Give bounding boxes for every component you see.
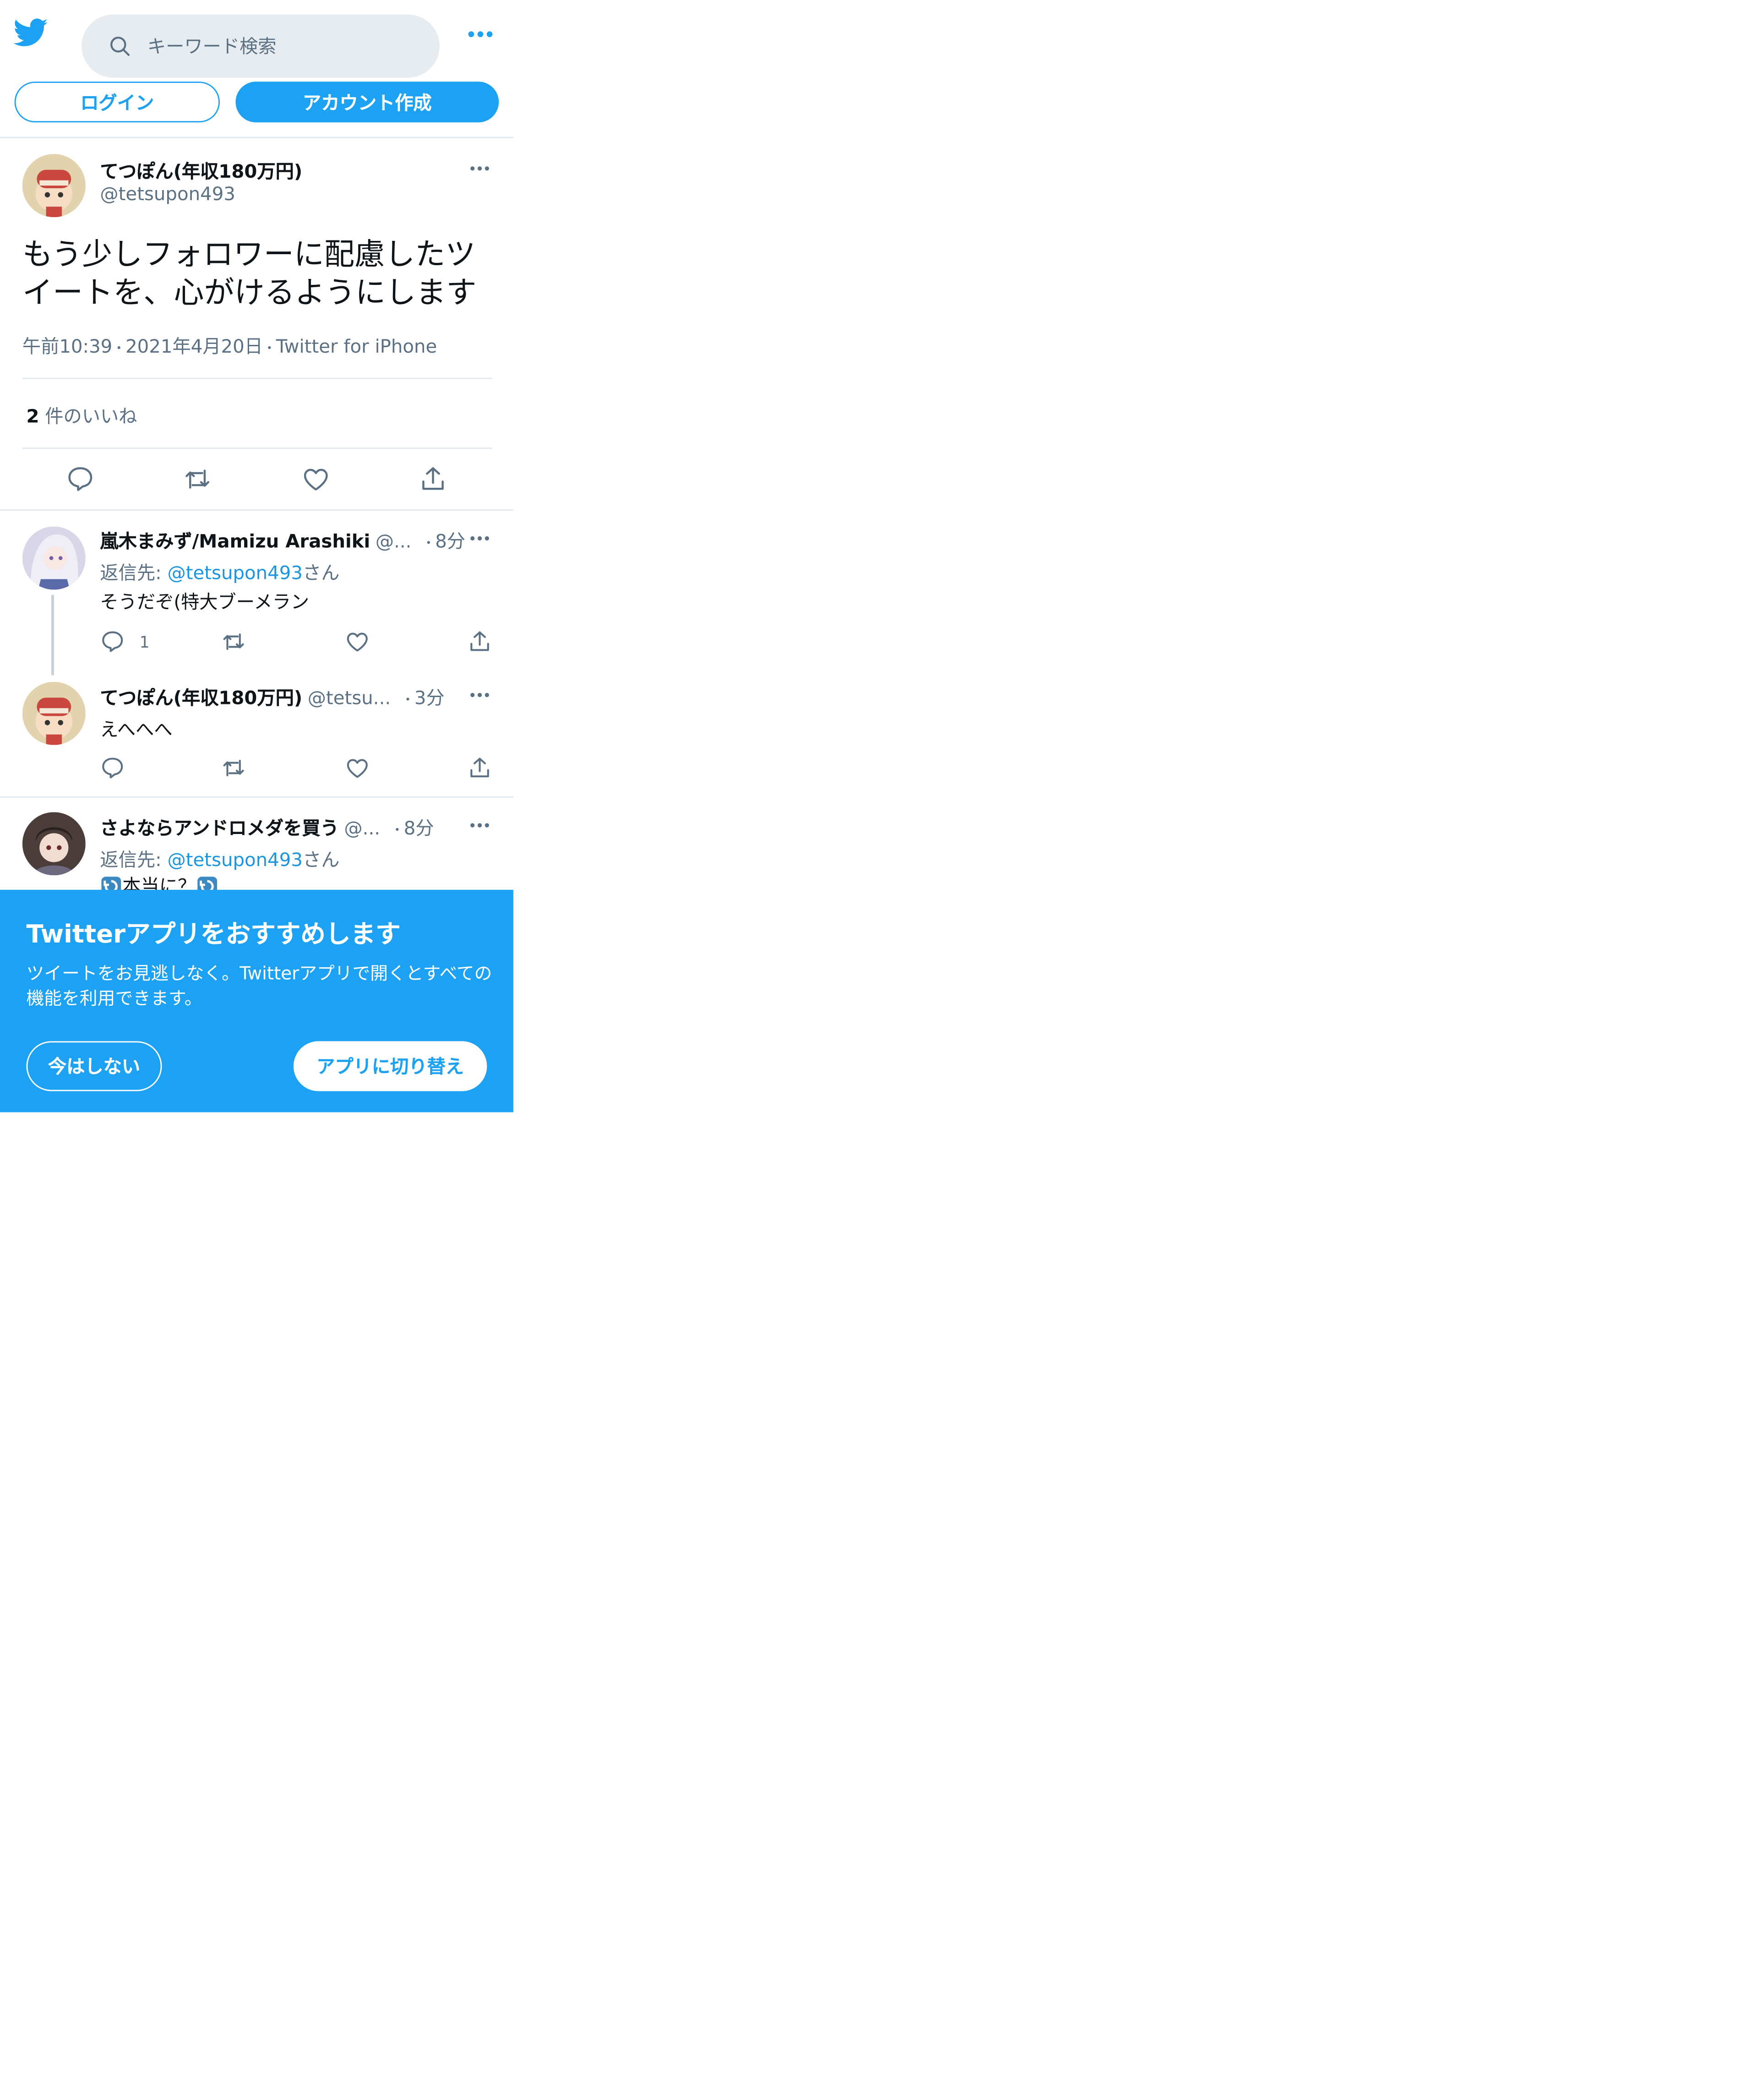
reply-header: てつぽん(年収180万円) @tetsu... ・ 3分 — [100, 684, 455, 710]
reply-to: 返信先: @tetsupon493さん — [100, 846, 339, 872]
avatar[interactable] — [22, 526, 86, 590]
reply-time[interactable]: 8分 — [404, 815, 434, 841]
avatar[interactable] — [22, 812, 86, 876]
author-handle[interactable]: @tetsupon493 — [100, 184, 235, 205]
twitter-logo-icon[interactable] — [13, 18, 49, 47]
tweet-meta: 午前10:39・2021年4月20日・Twitter for iPhone — [22, 333, 437, 359]
reply-text: そうだぞ(特大ブーメラン — [100, 592, 310, 614]
author-name[interactable]: さよならアンドロメダを買う — [100, 815, 338, 841]
likes-count: 2 — [26, 407, 39, 428]
likes-stat[interactable]: 2 件のいいね — [26, 403, 137, 429]
tweet-time[interactable]: 午前10:39 — [22, 337, 112, 358]
reply-header: さよならアンドロメダを買う @... ・ 8分 — [100, 815, 455, 841]
tweet-more-icon[interactable] — [470, 166, 490, 171]
retweet-icon[interactable] — [183, 465, 212, 494]
author-handle[interactable]: @... — [376, 532, 412, 553]
separator: ・ — [262, 342, 276, 357]
share-icon[interactable] — [467, 756, 492, 781]
header-divider — [0, 136, 513, 138]
tweet-more-icon[interactable] — [470, 536, 490, 541]
more-options-icon[interactable] — [467, 30, 493, 38]
not-now-button[interactable]: 今はしない — [26, 1041, 162, 1091]
thread-line — [51, 595, 54, 676]
tweet-text: もう少しフォロワーに配慮したツ イートを、心がけるようにします — [22, 237, 477, 313]
reply-icon[interactable] — [66, 465, 95, 494]
tweet-more-icon[interactable] — [470, 823, 490, 828]
author-handle[interactable]: @... — [344, 819, 380, 840]
separator: ・ — [391, 824, 404, 839]
separator: ・ — [112, 342, 126, 357]
author-name[interactable]: 嵐木まみず/Mamizu Arashiki — [100, 528, 370, 554]
tweet-more-icon[interactable] — [470, 692, 490, 698]
search-box[interactable]: キーワード検索 — [82, 14, 440, 78]
like-icon[interactable] — [301, 465, 330, 494]
tweet-date[interactable]: 2021年4月20日 — [125, 337, 263, 358]
author-handle[interactable]: @tetsu... — [308, 688, 391, 709]
reply-to-suffix: さん — [302, 850, 340, 872]
separator: ・ — [401, 693, 414, 709]
reply-to-label: 返信先: — [100, 850, 168, 872]
search-input[interactable]: キーワード検索 — [147, 33, 277, 59]
divider — [22, 447, 492, 449]
reply-time[interactable]: 3分 — [414, 684, 445, 710]
avatar[interactable] — [22, 681, 86, 745]
retweet-icon[interactable] — [221, 756, 246, 781]
like-icon[interactable] — [345, 756, 370, 781]
separator: ・ — [422, 537, 436, 552]
reply-text: えへへへ — [100, 720, 173, 741]
reply-to-handle[interactable]: @tetsupon493 — [167, 563, 302, 584]
reply-to-suffix: さん — [302, 563, 340, 585]
retweet-icon[interactable] — [221, 629, 246, 654]
page: キーワード検索 ログイン アカウント作成 てつぽん(年収180万円) @tets… — [0, 0, 1764, 2069]
divider — [22, 377, 492, 379]
reply-header: 嵐木まみず/Mamizu Arashiki @... ・ 8分 — [100, 528, 465, 554]
reply-to: 返信先: @tetsupon493さん — [100, 559, 339, 585]
divider — [0, 509, 513, 511]
reply-icon[interactable] — [100, 756, 125, 781]
avatar[interactable] — [22, 154, 86, 218]
reply-to-label: 返信先: — [100, 563, 168, 585]
share-icon[interactable] — [467, 629, 492, 654]
login-button[interactable]: ログイン — [14, 82, 220, 123]
reply-icon[interactable] — [100, 629, 125, 654]
author-name[interactable]: てつぽん(年収180万円) — [100, 158, 302, 184]
signup-button[interactable]: アカウント作成 — [235, 82, 499, 123]
banner-description: ツイートをお見逃しなく。Twitterアプリで開くとすべての機能を利用できます。 — [26, 963, 492, 1010]
open-app-button[interactable]: アプリに切り替え — [293, 1041, 487, 1091]
reply-count: 1 — [139, 632, 150, 651]
share-icon[interactable] — [419, 465, 447, 494]
divider — [0, 796, 513, 798]
reply-to-handle[interactable]: @tetsupon493 — [167, 850, 302, 872]
like-icon[interactable] — [345, 629, 370, 654]
reply-action[interactable]: 1 — [100, 629, 150, 654]
tweet-text-line: イートを、心がけるようにします — [22, 276, 477, 311]
likes-label: 件のいいね — [45, 407, 137, 428]
app-promo-banner: Twitterアプリをおすすめします ツイートをお見逃しなく。Twitterアプ… — [0, 889, 513, 1112]
tweet-source[interactable]: Twitter for iPhone — [276, 337, 437, 358]
reply-time[interactable]: 8分 — [435, 528, 465, 554]
search-icon — [108, 34, 132, 58]
author-name[interactable]: てつぽん(年収180万円) — [100, 684, 302, 710]
mobile-viewport: キーワード検索 ログイン アカウント作成 てつぽん(年収180万円) @tets… — [0, 0, 1764, 2093]
tweet-text-line: もう少しフォロワーに配慮したツ — [22, 238, 476, 273]
banner-title: Twitterアプリをおすすめします — [26, 920, 401, 949]
